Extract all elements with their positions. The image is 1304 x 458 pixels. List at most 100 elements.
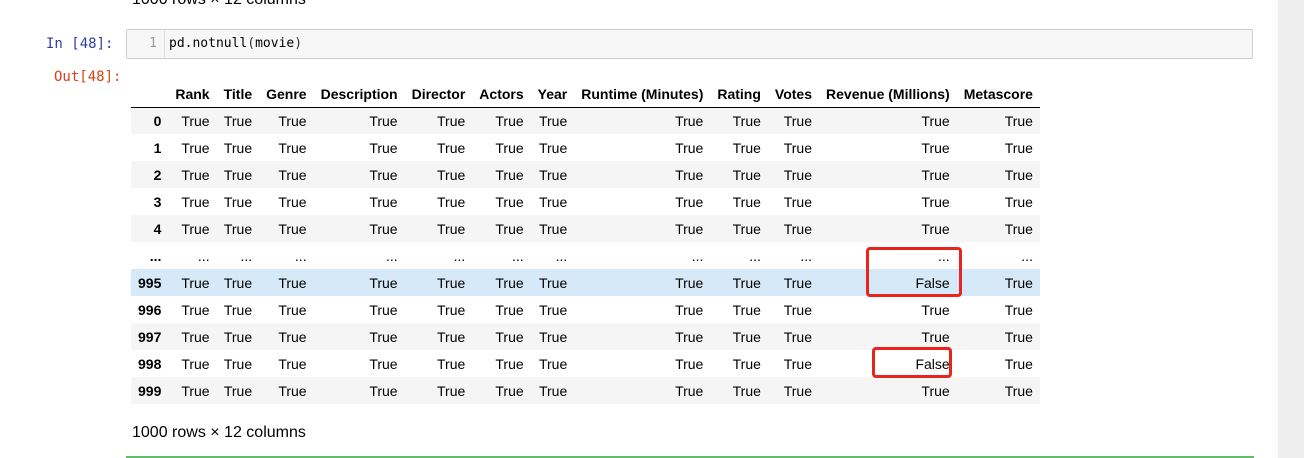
table-cell: True xyxy=(495,301,524,318)
table-cell: True xyxy=(437,166,466,183)
table-cell: True xyxy=(278,139,307,156)
table-cell: True xyxy=(495,139,524,156)
table-cell: True xyxy=(223,193,253,210)
table-cell: True xyxy=(437,301,466,318)
table-cell: True xyxy=(181,139,210,156)
table-cell: True xyxy=(278,112,307,129)
table-cell: True xyxy=(1004,166,1033,183)
table-cell: ... xyxy=(511,247,524,264)
table-cell: True xyxy=(538,328,568,345)
code-cell-editor[interactable]: 1 pd.notnull(movie) xyxy=(126,29,1253,59)
code-line[interactable]: pd.notnull(movie) xyxy=(169,30,302,58)
table-cell: True xyxy=(783,301,813,318)
table-cell: ... xyxy=(240,247,253,264)
table-cell: True xyxy=(538,220,568,237)
table-cell: True xyxy=(369,355,398,372)
table-cell: True xyxy=(278,355,307,372)
table-cell: True xyxy=(732,328,761,345)
table-cell: True xyxy=(181,112,210,129)
column-header: Rank xyxy=(168,81,217,108)
page-scrollbar[interactable] xyxy=(1278,0,1304,458)
table-cell: True xyxy=(921,328,950,345)
table-cell: True xyxy=(538,274,568,291)
table-cell: ... xyxy=(385,247,398,264)
row-index: 0 xyxy=(153,112,162,129)
table-cell: True xyxy=(181,355,210,372)
table-cell: True xyxy=(437,328,466,345)
table-cell: True xyxy=(437,274,466,291)
table-row: 998 True True True True True True True True True T… xyxy=(131,350,1040,377)
table-cell: True xyxy=(1004,328,1033,345)
table-cell: True xyxy=(278,193,307,210)
dataframe-table: Rank Title Genre Description Director Actors Y… xyxy=(131,81,1040,404)
row-index: 4 xyxy=(153,220,162,237)
table-cell: True xyxy=(495,112,524,129)
table-cell: True xyxy=(1004,382,1033,399)
table-cell: True xyxy=(223,166,253,183)
index-header xyxy=(131,81,169,108)
table-row: 0 True True True True True True True True True Tru… xyxy=(131,107,1040,134)
table-cell: True xyxy=(538,193,568,210)
dataframe-shape: 1000 rows × 12 columns xyxy=(132,424,306,441)
previous-output-shape: 1000 rows × 12 columns xyxy=(132,0,306,9)
code-close-paren: ) xyxy=(294,36,303,51)
table-cell: True xyxy=(921,382,950,399)
table-cell: True xyxy=(369,220,398,237)
column-header: Genre xyxy=(259,81,314,108)
table-cell: True xyxy=(1004,220,1033,237)
row-index: 3 xyxy=(153,193,162,210)
table-cell: True xyxy=(675,382,704,399)
table-cell: True xyxy=(369,112,398,129)
code-open-paren: ( xyxy=(247,36,256,51)
table-cell: True xyxy=(223,328,253,345)
table-cell: True xyxy=(732,274,761,291)
table-cell: True xyxy=(1004,112,1033,129)
table-cell: True xyxy=(732,355,761,372)
table-cell: True xyxy=(921,166,950,183)
table-row: 997 True True True True True True True True True T… xyxy=(131,323,1040,350)
table-cell: True xyxy=(732,220,761,237)
table-cell: True xyxy=(223,382,253,399)
code-argument: movie xyxy=(255,36,295,51)
table-cell: True xyxy=(675,355,704,372)
table-cell: True xyxy=(732,112,761,129)
table-cell: True xyxy=(783,220,813,237)
table-body: 0 True True True True True True True True True Tru… xyxy=(131,107,1040,404)
table-cell: True xyxy=(181,328,210,345)
table-cell: True xyxy=(495,274,524,291)
table-cell: True xyxy=(1004,139,1033,156)
table-cell: ... xyxy=(691,247,704,264)
table-cell: True xyxy=(538,355,568,372)
table-cell: True xyxy=(223,274,253,291)
table-cell: True xyxy=(278,274,307,291)
table-cell: True xyxy=(732,382,761,399)
table-cell: True xyxy=(732,193,761,210)
table-cell: True xyxy=(495,355,524,372)
table-cell: True xyxy=(369,301,398,318)
table-cell: True xyxy=(223,139,253,156)
table-cell: True xyxy=(181,274,210,291)
column-header: Votes xyxy=(767,81,820,108)
table-cell: True xyxy=(278,301,307,318)
row-index: 996 xyxy=(138,301,162,318)
table-cell: True xyxy=(921,112,950,129)
table-cell: True xyxy=(783,166,813,183)
table-cell: True xyxy=(783,139,813,156)
gutter-separator xyxy=(164,30,165,58)
table-cell: True xyxy=(437,139,466,156)
table-cell: True xyxy=(921,220,950,237)
table-cell: True xyxy=(783,355,813,372)
line-number: 1 xyxy=(149,36,157,51)
column-header: Year xyxy=(530,81,575,108)
table-cell: True xyxy=(223,220,253,237)
notebook-page: 1000 rows × 12 columns In [48]: 1 pd.not… xyxy=(0,0,1278,458)
table-row: 1 True True True True True True True True True Tru… xyxy=(131,134,1040,161)
output-prompt: Out[48]: xyxy=(54,69,122,85)
row-index: 995 xyxy=(138,274,162,291)
table-cell: True xyxy=(675,274,704,291)
table-row: ....................................... xyxy=(131,242,1040,269)
table-cell: True xyxy=(783,193,813,210)
table-cell: True xyxy=(675,220,704,237)
column-header: Actors xyxy=(472,81,531,108)
table-cell: True xyxy=(538,382,568,399)
